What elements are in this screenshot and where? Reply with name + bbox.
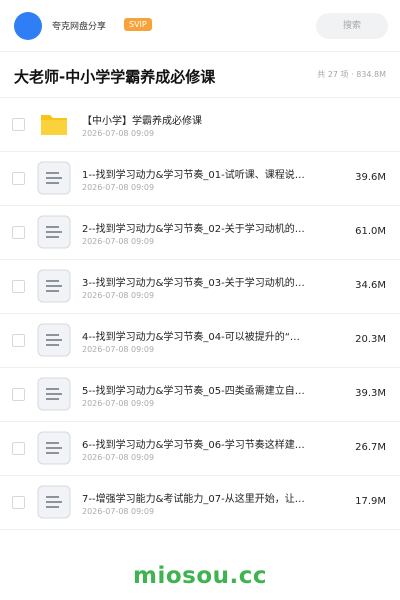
folder-header: 大老师-中小学学霸养成必修课 共 27 项 · 834.8M xyxy=(0,52,400,98)
page-title: 大老师-中小学学霸养成必修课 xyxy=(14,68,216,86)
file-size: 20.3M xyxy=(355,334,386,345)
file-name: 5--找到学习动力&学习节奏_05-四类亟需建立自… xyxy=(82,386,305,397)
file-date: 2026-07-08 09:09 xyxy=(82,129,155,138)
document-icon xyxy=(37,485,71,519)
file-list: 【中小学】学霸养成必修课 2026-07-08 09:09 1--找到学习动力&… xyxy=(0,98,400,530)
list-item[interactable]: 4--找到学习动力&学习节奏_04-可以被提升的“… 2026-07-08 09… xyxy=(0,314,400,368)
list-item[interactable]: 7--增强学习能力&考试能力_07-从这里开始，让… 2026-07-08 09… xyxy=(0,476,400,530)
list-item[interactable]: 5--找到学习动力&学习节奏_05-四类亟需建立自… 2026-07-08 09… xyxy=(0,368,400,422)
watermark-text: miosou.cc xyxy=(132,563,268,589)
list-item[interactable]: 3--找到学习动力&学习节奏_03-关于学习动机的… 2026-07-08 09… xyxy=(0,260,400,314)
select-checkbox[interactable] xyxy=(12,496,25,509)
file-name: 6--找到学习动力&学习节奏_06-学习节奏这样建… xyxy=(82,440,305,451)
list-item[interactable]: 6--找到学习动力&学习节奏_06-学习节奏这样建… 2026-07-08 09… xyxy=(0,422,400,476)
file-size: 39.3M xyxy=(355,388,386,399)
file-size: 61.0M xyxy=(355,226,386,237)
folder-icon xyxy=(37,107,71,141)
avatar[interactable] xyxy=(14,12,42,40)
select-checkbox[interactable] xyxy=(12,334,25,347)
file-name: 2--找到学习动力&学习节奏_02-关于学习动机的… xyxy=(82,224,305,235)
share-owner-name: 夸克网盘分享 xyxy=(52,22,107,32)
select-checkbox[interactable] xyxy=(12,226,25,239)
file-name: 3--找到学习动力&学习节奏_03-关于学习动机的… xyxy=(82,278,305,289)
document-icon xyxy=(37,269,71,303)
file-date: 2026-07-08 09:09 xyxy=(82,453,155,462)
list-item[interactable]: 2--找到学习动力&学习节奏_02-关于学习动机的… 2026-07-08 09… xyxy=(0,206,400,260)
document-icon xyxy=(37,323,71,357)
file-name: 7--增强学习能力&考试能力_07-从这里开始，让… xyxy=(82,494,305,505)
svip-badge: SVIP xyxy=(124,18,152,31)
document-icon xyxy=(37,161,71,195)
select-checkbox[interactable] xyxy=(12,388,25,401)
select-checkbox[interactable] xyxy=(12,172,25,185)
document-icon xyxy=(37,431,71,465)
top-bar: 夸克网盘分享 SVIP 搜索 xyxy=(0,0,400,52)
file-size: 39.6M xyxy=(355,172,386,183)
select-checkbox[interactable] xyxy=(12,442,25,455)
list-item[interactable]: 1--找到学习动力&学习节奏_01-试听课、课程说… 2026-07-08 09… xyxy=(0,152,400,206)
file-size: 26.7M xyxy=(355,442,386,453)
file-date: 2026-07-08 09:09 xyxy=(82,291,155,300)
list-item[interactable]: 【中小学】学霸养成必修课 2026-07-08 09:09 xyxy=(0,98,400,152)
file-date: 2026-07-08 09:09 xyxy=(82,345,155,354)
file-name: 4--找到学习动力&学习节奏_04-可以被提升的“… xyxy=(82,332,300,343)
file-name: 1--找到学习动力&学习节奏_01-试听课、课程说… xyxy=(82,170,305,181)
file-date: 2026-07-08 09:09 xyxy=(82,507,155,516)
file-date: 2026-07-08 09:09 xyxy=(82,183,155,192)
item-summary: 共 27 项 · 834.8M xyxy=(317,70,386,79)
file-size: 17.9M xyxy=(355,496,386,507)
search-input[interactable]: 搜索 xyxy=(316,13,388,39)
file-name: 【中小学】学霸养成必修课 xyxy=(82,116,202,127)
file-date: 2026-07-08 09:09 xyxy=(82,237,155,246)
file-date: 2026-07-08 09:09 xyxy=(82,399,155,408)
document-icon xyxy=(37,377,71,411)
document-icon xyxy=(37,215,71,249)
select-checkbox[interactable] xyxy=(12,118,25,131)
select-checkbox[interactable] xyxy=(12,280,25,293)
file-size: 34.6M xyxy=(355,280,386,291)
